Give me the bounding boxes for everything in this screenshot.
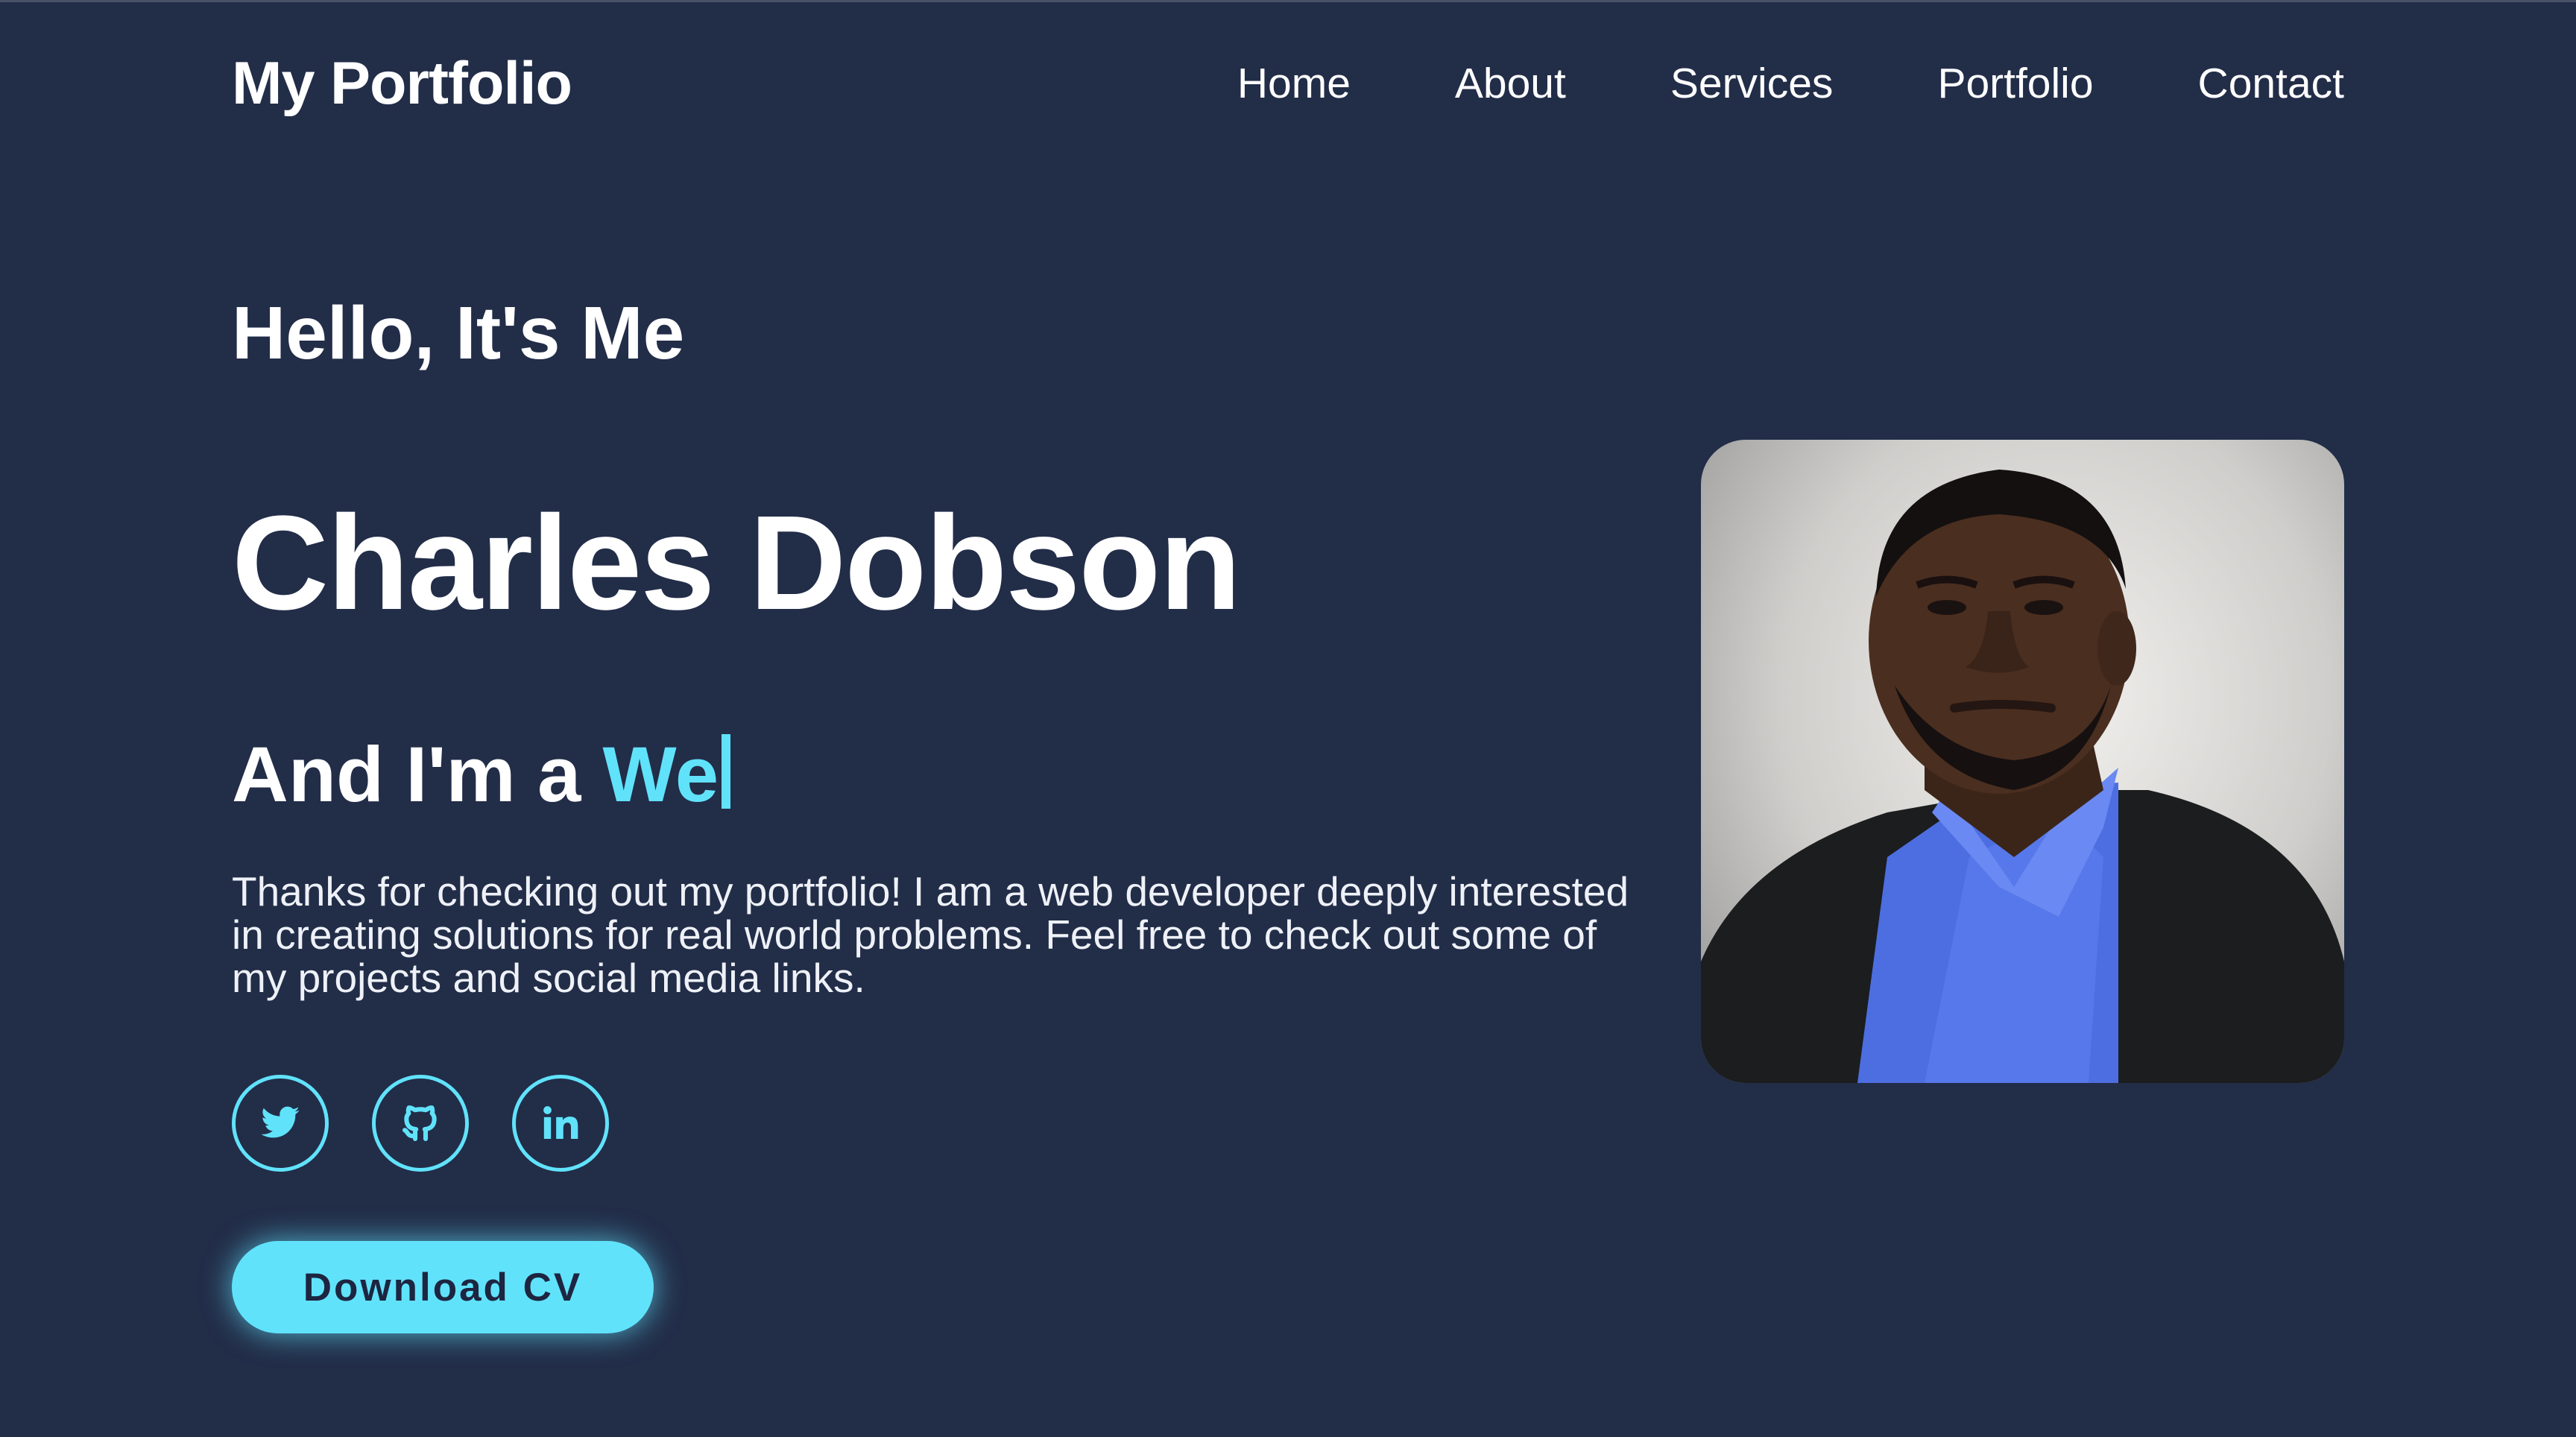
nav-portfolio[interactable]: Portfolio [1937, 59, 2093, 108]
linkedin-link[interactable] [512, 1075, 609, 1172]
nav-about[interactable]: About [1455, 59, 1566, 108]
site-header: My Portfolio Home About Services Portfol… [232, 37, 2344, 130]
linkedin-icon [543, 1106, 578, 1139]
profile-photo [1701, 440, 2344, 1083]
profile-portrait [1701, 470, 2344, 1083]
hero-greeting: Hello, It's Me [232, 291, 685, 375]
hero-name: Charles Dobson [232, 488, 1241, 638]
main-nav: Home About Services Portfolio Contact [1237, 59, 2344, 108]
hero-role: And I'm a We [232, 730, 731, 820]
download-cv-button[interactable]: Download CV [232, 1241, 654, 1333]
top-border [0, 0, 2576, 2]
github-link[interactable] [372, 1075, 469, 1172]
site-logo[interactable]: My Portfolio [232, 49, 572, 119]
typing-cursor [722, 734, 731, 809]
role-typed-text: We [602, 731, 719, 818]
social-links [232, 1075, 609, 1172]
nav-services[interactable]: Services [1670, 59, 1834, 108]
hero-description: Thanks for checking out my portfolio! I … [232, 868, 1629, 1001]
twitter-link[interactable] [232, 1075, 329, 1172]
nav-contact[interactable]: Contact [2198, 59, 2344, 108]
nav-home[interactable]: Home [1237, 59, 1351, 108]
github-icon [402, 1105, 437, 1142]
twitter-icon [261, 1106, 300, 1138]
role-prefix: And I'm a [232, 731, 603, 818]
